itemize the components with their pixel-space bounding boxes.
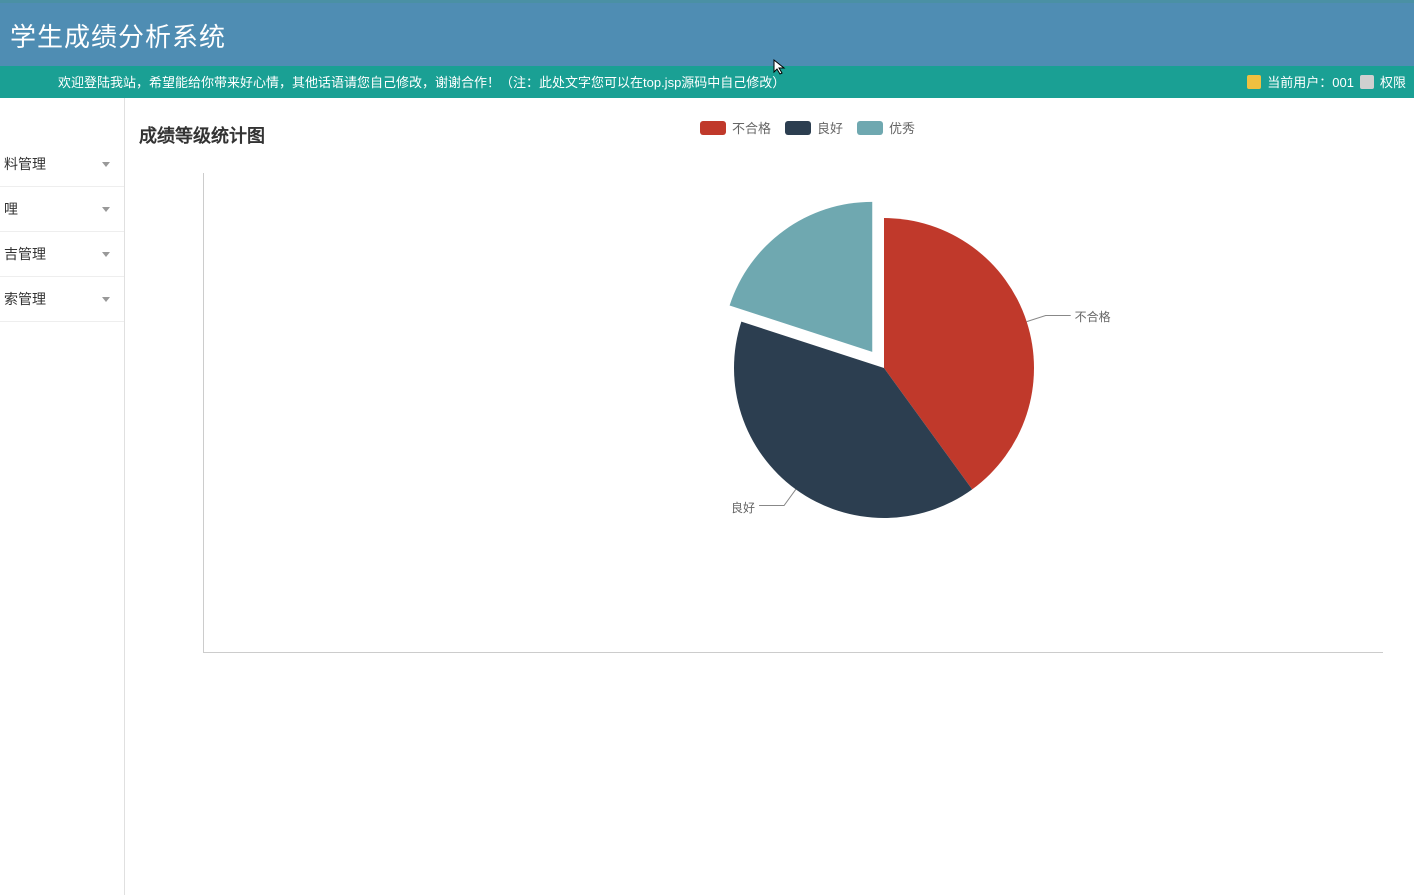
slice-leader-line — [1027, 315, 1071, 321]
sidebar-item-label: 吉管理 — [4, 244, 46, 264]
legend-item-excellent[interactable]: 优秀 — [857, 118, 915, 137]
info-bar: 欢迎登陆我站，希望能给你带来好心情，其他话语请您自己修改，谢谢合作！（注：此处文… — [0, 66, 1414, 98]
legend-item-good[interactable]: 良好 — [785, 118, 843, 137]
pie-chart-svg — [584, 188, 1184, 628]
legend-label-excellent: 优秀 — [889, 118, 915, 137]
sidebar-item-2[interactable]: 哩 — [0, 187, 124, 232]
chart-title: 成绩等级统计图 — [139, 122, 265, 148]
legend-label-fail: 不合格 — [732, 118, 771, 137]
app-title: 学生成绩分析系统 — [10, 22, 226, 52]
slice-label-fail: 不合格 — [1075, 308, 1111, 325]
sidebar-item-1[interactable]: 料管理 — [0, 142, 124, 187]
sidebar-item-label: 料管理 — [4, 154, 46, 174]
current-user-label: 当前用户：001 — [1267, 72, 1354, 91]
sidebar-spacer — [0, 98, 124, 142]
user-info: 当前用户：001 权限 — [1247, 72, 1406, 91]
chevron-down-icon — [102, 162, 110, 167]
legend-item-fail[interactable]: 不合格 — [700, 118, 771, 137]
sidebar: 料管理 哩 吉管理 索管理 — [0, 98, 125, 895]
chart-legend: 不合格 良好 优秀 — [700, 118, 915, 137]
legend-swatch-fail — [700, 121, 726, 135]
sidebar-item-label: 索管理 — [4, 289, 46, 309]
permission-icon — [1360, 75, 1374, 89]
legend-label-good: 良好 — [817, 118, 843, 137]
sidebar-item-label: 哩 — [4, 199, 18, 219]
welcome-message: 欢迎登陆我站，希望能给你带来好心情，其他话语请您自己修改，谢谢合作！（注：此处文… — [58, 72, 785, 91]
app-header: 学生成绩分析系统 — [0, 3, 1414, 66]
legend-swatch-good — [785, 121, 811, 135]
slice-label-good: 良好 — [731, 499, 755, 516]
user-icon — [1247, 75, 1261, 89]
sidebar-item-3[interactable]: 吉管理 — [0, 232, 124, 277]
chevron-down-icon — [102, 297, 110, 302]
permission-label: 权限 — [1380, 72, 1406, 91]
layout: 料管理 哩 吉管理 索管理 成绩等级统计图 不合格 良好 — [0, 98, 1414, 895]
sidebar-item-4[interactable]: 索管理 — [0, 277, 124, 322]
chevron-down-icon — [102, 252, 110, 257]
chevron-down-icon — [102, 207, 110, 212]
legend-swatch-excellent — [857, 121, 883, 135]
slice-leader-line — [759, 489, 796, 505]
main-content: 成绩等级统计图 不合格 良好 优秀 不合格 良好 — [125, 98, 1414, 895]
chart-plot-area: 不合格 良好 — [203, 173, 1383, 653]
